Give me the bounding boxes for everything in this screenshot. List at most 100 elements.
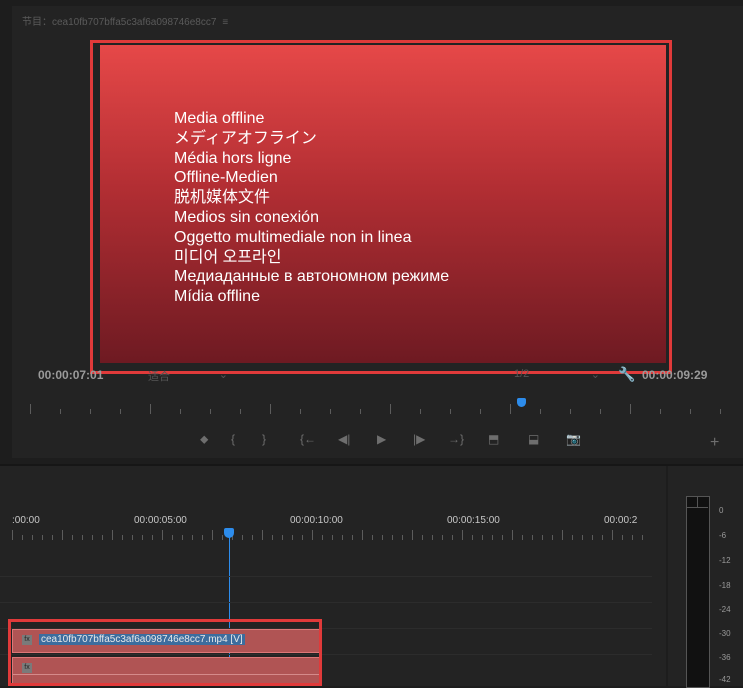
lift-button[interactable]: ⬒	[488, 432, 499, 446]
ruler-tick	[492, 535, 493, 540]
offline-line: Медиаданные в автономном режиме	[174, 268, 450, 286]
offline-line: Oggetto multimediale non in linea	[174, 228, 412, 246]
ruler-tick	[262, 530, 263, 540]
ruler-tick	[240, 409, 241, 414]
ruler-tick	[300, 409, 301, 414]
ruler-tick	[562, 530, 563, 540]
meter-label: 0	[719, 506, 724, 515]
ruler-tick	[372, 535, 373, 540]
ruler-tick	[420, 409, 421, 414]
offline-line: Offline-Medien	[174, 169, 278, 187]
ruler-tick	[210, 409, 211, 414]
go-to-out-button[interactable]: →}	[448, 432, 464, 446]
play-button[interactable]: ▶	[377, 432, 386, 446]
ruler-tick	[602, 535, 603, 540]
ruler-tick	[22, 535, 23, 540]
track-divider	[0, 602, 652, 603]
current-timecode[interactable]: 00:00:07:01	[38, 368, 103, 382]
ruler-tick	[570, 409, 571, 414]
meter-label: -42	[719, 675, 731, 684]
monitor-time-ruler[interactable]	[30, 400, 730, 414]
go-to-in-button[interactable]: {←	[300, 432, 316, 446]
ruler-tick	[120, 409, 121, 414]
wrench-icon[interactable]: 🔧	[618, 366, 635, 383]
ruler-label: 00:00:15:00	[447, 515, 500, 526]
ruler-tick	[150, 404, 151, 414]
offline-line: メディアオフライン	[174, 129, 317, 147]
extract-button[interactable]: ⬓	[528, 432, 539, 446]
ruler-tick	[462, 530, 463, 540]
add-marker-button[interactable]: ⬥	[200, 432, 208, 447]
ruler-tick	[432, 535, 433, 540]
track-divider	[0, 576, 652, 577]
clip-name: cea10fb707bffa5c3af6a098746e8cc7.mp4 [V]	[39, 634, 245, 645]
meter-label: -6	[719, 531, 727, 540]
ruler-tick	[382, 535, 383, 540]
ruler-tick	[472, 535, 473, 540]
ruler-label: :00:00	[12, 515, 40, 526]
ruler-tick	[12, 530, 13, 540]
ruler-tick	[72, 535, 73, 540]
ruler-tick	[442, 535, 443, 540]
ruler-tick	[192, 535, 193, 540]
add-button[interactable]: +	[710, 434, 719, 452]
ruler-tick	[360, 409, 361, 414]
offline-line: 脱机媒体文件	[174, 189, 271, 207]
ruler-tick	[312, 530, 313, 540]
ruler-tick	[592, 535, 593, 540]
ruler-tick	[330, 409, 331, 414]
hamburger-icon[interactable]: ≡	[222, 17, 228, 28]
meter-channel-left	[687, 497, 698, 508]
step-forward-button[interactable]: |▶	[413, 432, 425, 446]
fit-label: 适合	[148, 371, 170, 383]
ruler-tick	[600, 409, 601, 414]
ruler-tick	[52, 535, 53, 540]
ruler-tick	[122, 535, 123, 540]
export-frame-button[interactable]: 📷	[566, 432, 581, 446]
ruler-tick	[342, 535, 343, 540]
ruler-tick	[502, 535, 503, 540]
ruler-tick	[392, 535, 393, 540]
ruler-tick	[532, 535, 533, 540]
ruler-tick	[272, 535, 273, 540]
meter-label: -12	[719, 556, 731, 565]
ruler-tick	[540, 409, 541, 414]
step-back-button[interactable]: ◀|	[338, 432, 350, 446]
ruler-tick	[252, 535, 253, 540]
ruler-tick	[142, 535, 143, 540]
ruler-tick	[102, 535, 103, 540]
ruler-tick	[482, 535, 483, 540]
chevron-down-icon: ⌄	[590, 369, 600, 381]
media-offline-message: Media offline メディアオフライン Média hors ligne…	[174, 109, 449, 307]
ruler-tick	[720, 409, 721, 414]
ruler-tick	[542, 535, 543, 540]
ruler-tick	[180, 409, 181, 414]
ruler-tick	[582, 535, 583, 540]
resolution-dropdown[interactable]: 1/2 ⌄	[514, 368, 600, 384]
ruler-tick	[632, 535, 633, 540]
ruler-tick	[630, 404, 631, 414]
ruler-tick	[362, 530, 363, 540]
fit-dropdown[interactable]: 适合 ⌄	[148, 368, 228, 384]
ruler-tick	[572, 535, 573, 540]
mark-out-button[interactable]: }	[262, 432, 266, 446]
ruler-tick	[322, 535, 323, 540]
audio-clip[interactable]: fx	[12, 657, 320, 684]
ruler-tick	[282, 535, 283, 540]
offline-line: Medios sin conexión	[174, 208, 319, 226]
monitor-playhead[interactable]	[517, 398, 526, 407]
program-title-text: 节目：cea10fb707bffa5c3af6a098746e8cc7	[22, 17, 217, 28]
ruler-tick	[42, 535, 43, 540]
ruler-label: 00:00:2	[604, 515, 638, 526]
offline-line: 미디어 오프라인	[174, 248, 282, 266]
program-monitor-title[interactable]: 节目：cea10fb707bffa5c3af6a098746e8cc7 ≡	[22, 13, 228, 28]
fx-badge: fx	[22, 635, 32, 645]
track-divider	[0, 654, 652, 655]
meter-label: -24	[719, 605, 731, 614]
timeline-ruler[interactable]	[12, 528, 652, 540]
video-clip[interactable]: fx cea10fb707bffa5c3af6a098746e8cc7.mp4 …	[12, 629, 320, 653]
mark-in-button[interactable]: {	[231, 432, 235, 446]
ruler-tick	[412, 530, 413, 540]
offline-line: Média hors ligne	[174, 149, 292, 167]
offline-line: Mídia offline	[174, 288, 260, 306]
